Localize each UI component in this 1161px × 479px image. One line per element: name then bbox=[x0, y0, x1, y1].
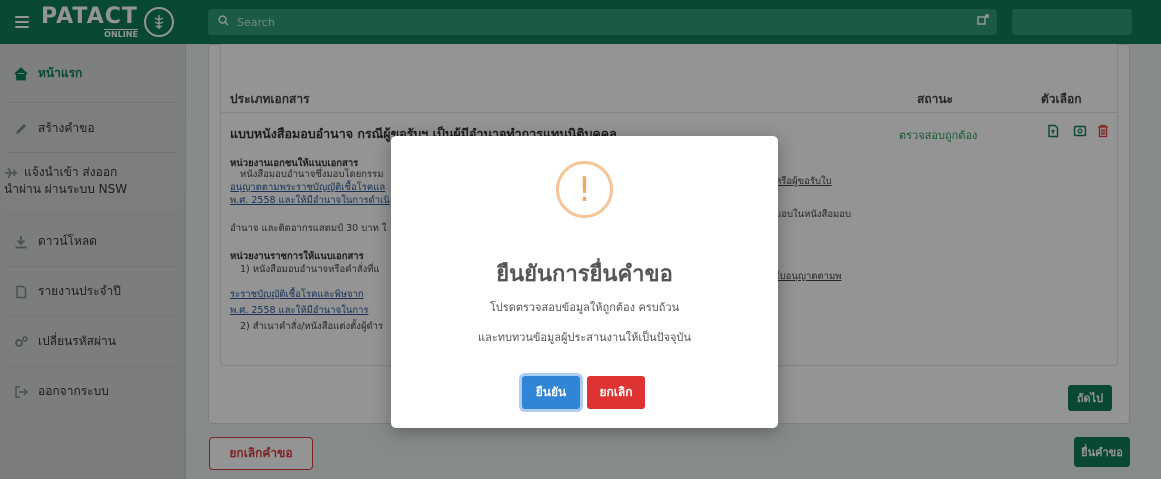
dialog-message-line2: และทบทวนข้อมูลผู้ประสานงานให้เป็นปัจจุบั… bbox=[477, 331, 692, 344]
cancel-button[interactable]: ยกเลิก bbox=[587, 376, 645, 409]
confirm-button[interactable]: ยืนยัน bbox=[522, 376, 580, 409]
confirm-dialog: ! ยืนยันการยื่นคำขอ โปรดตรวจสอบข้อมูลให้… bbox=[391, 136, 778, 428]
dialog-message-line1: โปรดตรวจสอบข้อมูลให้ถูกต้อง ครบถ้วน bbox=[489, 301, 680, 314]
dialog-title: ยืนยันการยื่นคำขอ bbox=[496, 262, 673, 287]
warning-icon: ! bbox=[556, 161, 613, 218]
